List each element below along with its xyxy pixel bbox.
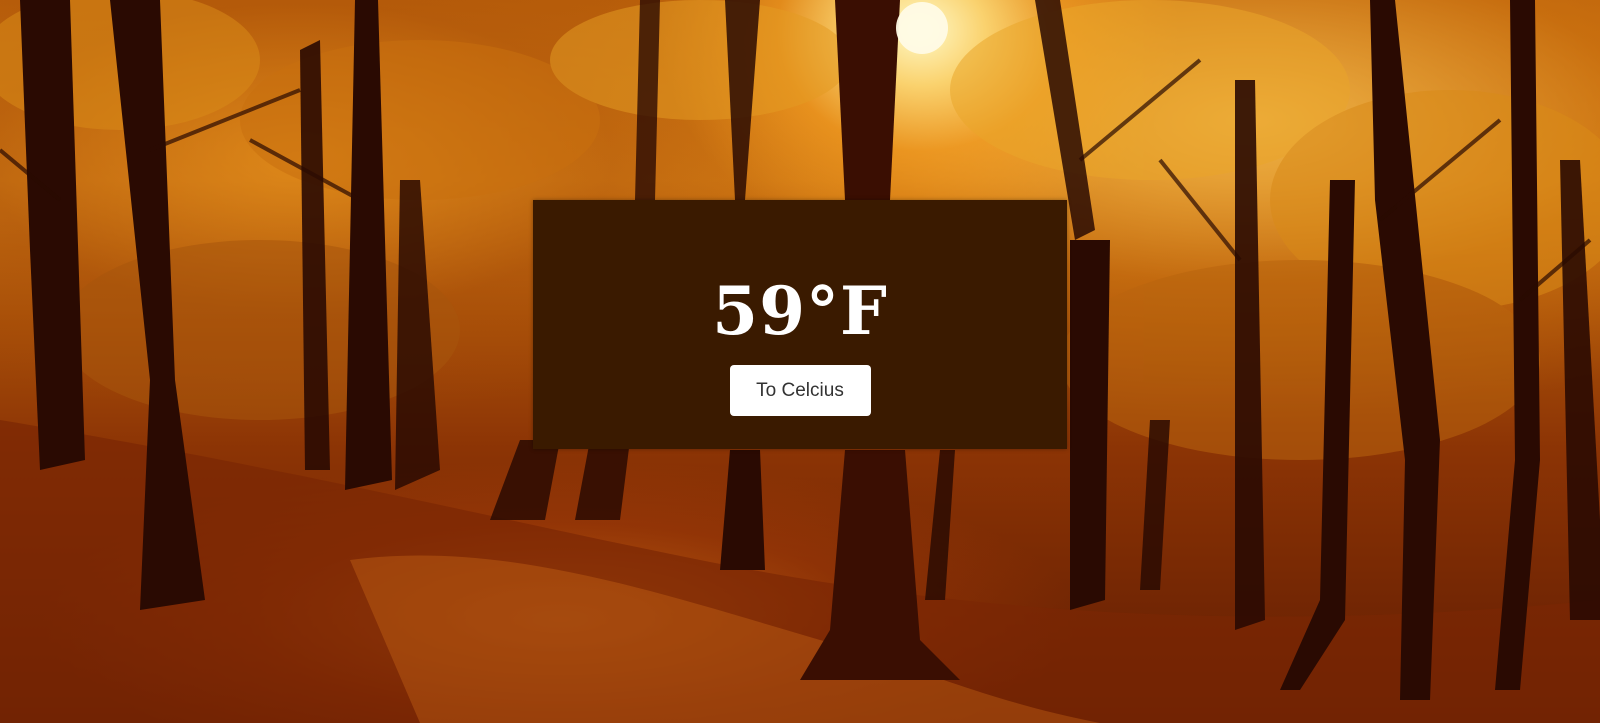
toggle-unit-button[interactable]: To Celcius — [729, 365, 871, 416]
temperature-unit: °F — [806, 272, 888, 350]
sun-flare — [896, 2, 948, 54]
temperature-value: 59 — [712, 272, 806, 350]
temperature-display: 59°F — [712, 278, 888, 344]
autumn-forest-background: 59°F To Celcius — [0, 0, 1600, 723]
weather-card: 59°F To Celcius — [533, 200, 1067, 449]
